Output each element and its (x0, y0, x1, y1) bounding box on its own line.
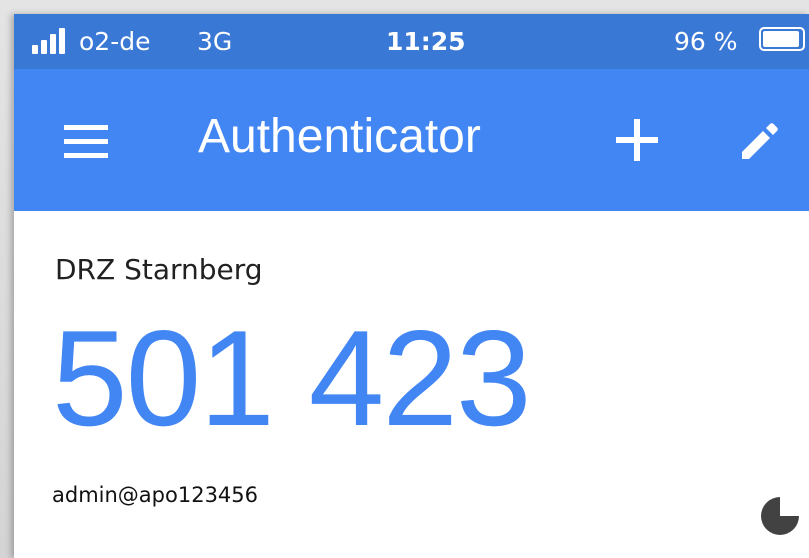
status-time: 11:25 (386, 27, 466, 56)
account-name: admin@apo123456 (52, 483, 259, 507)
edit-icon[interactable] (736, 117, 784, 165)
countdown-timer-icon (761, 497, 799, 535)
account-entry[interactable]: DRZ Starnberg 501 423 admin@apo123456 (14, 211, 809, 558)
menu-icon[interactable] (64, 125, 108, 159)
battery-percentage: 96 % (674, 27, 738, 56)
carrier-name: o2-de (79, 27, 151, 56)
add-icon[interactable] (616, 119, 658, 161)
phone-screen: o2-de 3G 11:25 96 % Authenticator DRZ St… (14, 14, 809, 558)
battery-level-fill (763, 31, 800, 47)
account-issuer: DRZ Starnberg (55, 253, 263, 286)
battery-icon (759, 27, 805, 51)
signal-strength-icon (32, 28, 72, 54)
app-title: Authenticator (198, 110, 481, 163)
status-bar: o2-de 3G 11:25 96 % (14, 14, 809, 69)
otp-code[interactable]: 501 423 (52, 303, 532, 453)
app-bar: Authenticator (14, 69, 809, 211)
screenshot-frame: o2-de 3G 11:25 96 % Authenticator DRZ St… (0, 0, 809, 558)
network-type: 3G (197, 27, 233, 56)
